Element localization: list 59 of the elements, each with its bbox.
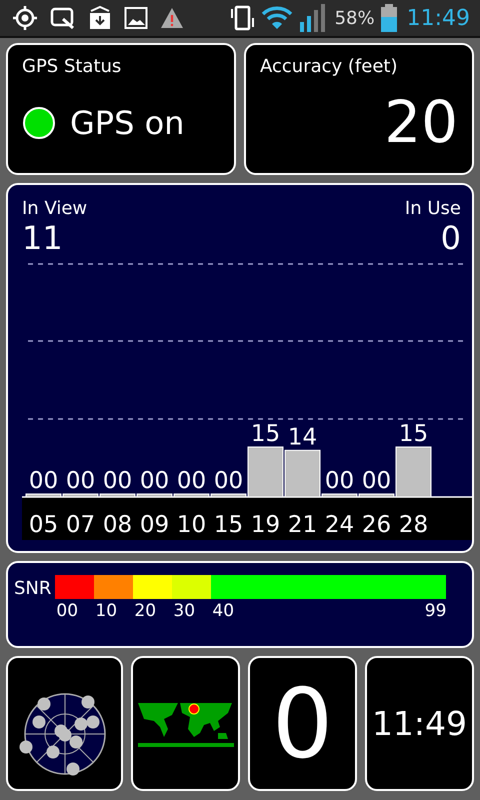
wifi-icon (260, 5, 293, 31)
snr-label: SNR (14, 577, 52, 601)
snr-tick: 10 (95, 601, 118, 621)
accuracy-value: 20 (384, 93, 458, 151)
signal-value: 00 (176, 468, 206, 494)
signal-value: 15 (398, 421, 428, 447)
satellite-id: 15 (214, 512, 244, 538)
signal-value: 00 (362, 468, 392, 494)
satellite-dot (32, 715, 45, 728)
signal-value: 00 (28, 468, 58, 494)
signal-value: 00 (214, 468, 244, 494)
satellite-dot (69, 735, 82, 748)
snr-tick: 20 (134, 601, 156, 621)
panel-title: GPS Status (22, 55, 122, 79)
satellite-dot (81, 695, 94, 708)
satellite-dot (58, 728, 71, 741)
satellite-dot (19, 740, 32, 753)
in-view-count: 11 (22, 222, 64, 254)
screen-edit-icon (50, 6, 76, 30)
status-clock: 11:49 (406, 4, 470, 32)
signal-value: 15 (250, 421, 280, 447)
signal-value: 00 (324, 468, 354, 494)
snr-tick: 99 (424, 600, 446, 623)
satellite-id: 08 (102, 512, 132, 538)
satellite-id: 26 (362, 512, 392, 538)
in-use-label: In Use (404, 197, 461, 221)
signal-value: 00 (102, 468, 132, 494)
satellite-id: 05 (28, 512, 58, 538)
satellite-id: 28 (398, 512, 428, 538)
satellite-dot (46, 745, 59, 758)
snr-tick: 40 (212, 600, 234, 623)
signal-value: 00 (66, 468, 96, 494)
satellites-used-count: 0 (272, 676, 334, 772)
in-view-label: In View (22, 197, 88, 221)
satellite-id: 21 (288, 512, 318, 538)
battery-icon (380, 4, 397, 32)
crosshair-icon (12, 5, 38, 31)
satellite-id: 10 (176, 512, 206, 538)
vibrate-icon (228, 4, 255, 32)
satellite-dot (66, 762, 79, 775)
download-box-icon (88, 5, 112, 31)
satellite-dot (86, 715, 99, 728)
satellite-id: 07 (66, 512, 96, 538)
panel-title: Accuracy (feet) (260, 55, 398, 79)
gps-status-text: GPS on (70, 102, 184, 144)
signal-value: 14 (288, 424, 318, 450)
battery-percent: 58% (334, 6, 375, 30)
clock-time: 11:49 (372, 702, 468, 745)
satellite-dot (74, 717, 87, 730)
snr-tick: 00 (56, 601, 78, 621)
signal-value: 00 (140, 468, 170, 494)
snr-tick: 30 (173, 601, 196, 621)
satellite-dot (37, 697, 50, 710)
image-icon (124, 6, 148, 30)
warning-icon (160, 7, 184, 29)
satellite-id: 09 (140, 512, 170, 538)
satellite-id: 19 (250, 512, 280, 538)
satellite-id: 24 (324, 512, 354, 538)
in-use-count: 0 (440, 222, 461, 254)
